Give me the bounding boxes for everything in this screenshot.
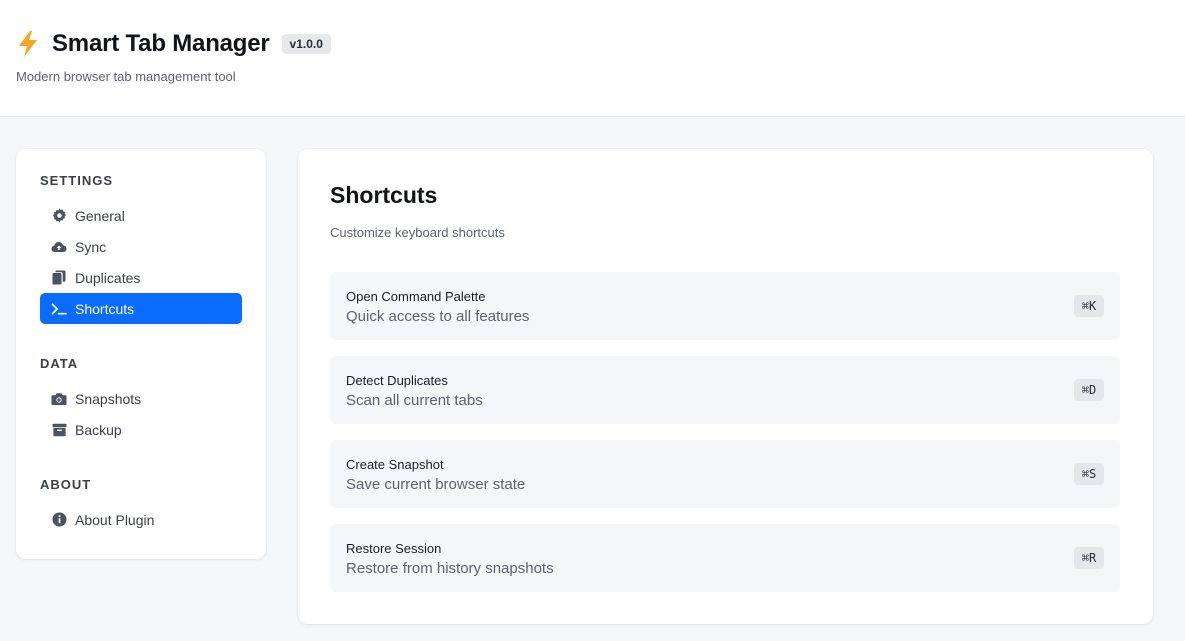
sidebar-item-label: Snapshots	[75, 390, 142, 407]
shortcut-description: Save current browser state	[346, 476, 526, 493]
sidebar-item-label: Duplicates	[75, 269, 141, 286]
title-row: Smart Tab Manager v1.0.0	[16, 30, 331, 58]
archive-icon	[51, 422, 67, 438]
sidebar-item-label: Sync	[75, 238, 107, 255]
shortcut-row-create-snapshot[interactable]: Create Snapshot Save current browser sta…	[330, 440, 1120, 508]
shortcut-name: Restore Session	[346, 541, 442, 556]
sidebar-item-general[interactable]: General	[40, 200, 242, 231]
shortcut-key[interactable]: ⌘S	[1074, 463, 1104, 485]
shortcut-key[interactable]: ⌘K	[1074, 295, 1104, 317]
page-title: Shortcuts	[330, 182, 438, 208]
copy-icon	[51, 270, 67, 286]
version-badge: v1.0.0	[281, 34, 331, 54]
section-title-settings: SETTINGS	[40, 173, 114, 188]
shortcuts-panel: Shortcuts Customize keyboard shortcuts O…	[298, 149, 1153, 624]
info-icon	[51, 512, 67, 528]
lightning-bolt-icon	[16, 30, 40, 58]
section-title-data: DATA	[40, 356, 79, 371]
shortcut-name: Open Command Palette	[346, 289, 486, 304]
sidebar-item-label: Backup	[75, 421, 122, 438]
sidebar-item-sync[interactable]: Sync	[40, 231, 242, 262]
sidebar: SETTINGS General Sync Duplicates Shortcu…	[16, 149, 266, 559]
shortcut-description: Restore from history snapshots	[346, 560, 554, 577]
sidebar-item-label: General	[75, 207, 125, 224]
sidebar-item-backup[interactable]: Backup	[40, 414, 242, 445]
app-subtitle: Modern browser tab management tool	[16, 69, 236, 84]
sidebar-item-shortcuts[interactable]: Shortcuts	[40, 293, 242, 324]
cloud-icon	[51, 239, 67, 255]
shortcut-key[interactable]: ⌘D	[1074, 379, 1104, 401]
shortcut-key[interactable]: ⌘R	[1074, 547, 1104, 569]
camera-icon	[51, 391, 67, 407]
gear-icon	[51, 208, 67, 224]
terminal-icon	[51, 301, 67, 317]
section-title-about: ABOUT	[40, 477, 92, 492]
sidebar-item-duplicates[interactable]: Duplicates	[40, 262, 242, 293]
shortcut-row-restore-session[interactable]: Restore Session Restore from history sna…	[330, 524, 1120, 592]
shortcut-row-detect-duplicates[interactable]: Detect Duplicates Scan all current tabs …	[330, 356, 1120, 424]
page-description: Customize keyboard shortcuts	[330, 225, 505, 240]
shortcut-description: Quick access to all features	[346, 308, 530, 325]
shortcut-name: Create Snapshot	[346, 457, 444, 472]
app-title: Smart Tab Manager	[52, 30, 270, 57]
app-header: Smart Tab Manager v1.0.0 Modern browser …	[0, 0, 1185, 117]
shortcut-name: Detect Duplicates	[346, 373, 448, 388]
sidebar-item-label: About Plugin	[75, 511, 155, 528]
shortcut-row-open-command-palette[interactable]: Open Command Palette Quick access to all…	[330, 272, 1120, 340]
sidebar-item-about-plugin[interactable]: About Plugin	[40, 504, 242, 535]
shortcut-description: Scan all current tabs	[346, 392, 483, 409]
sidebar-item-snapshots[interactable]: Snapshots	[40, 383, 242, 414]
sidebar-item-label: Shortcuts	[75, 300, 135, 317]
